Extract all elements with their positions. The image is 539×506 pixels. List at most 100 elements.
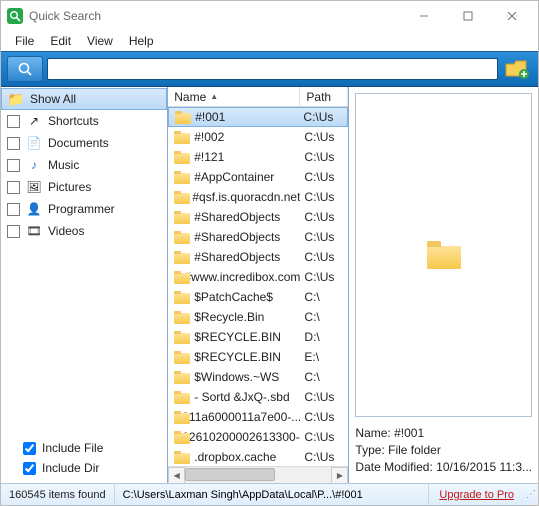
sidebar-item-show-all[interactable]: Show All: [1, 88, 167, 110]
file-name: -011a6000011a7e00-...: [178, 410, 300, 424]
sidebar-item-videos[interactable]: 🎞 Videos: [1, 220, 167, 242]
folder-icon: [174, 271, 180, 284]
sidebar-item-documents[interactable]: 📄 Documents: [1, 132, 167, 154]
upgrade-link[interactable]: Upgrade to Pro: [429, 489, 524, 501]
include-file-label: Include File: [42, 441, 103, 455]
file-path: C:\: [300, 310, 348, 324]
table-row[interactable]: -011a6000011a7e00-...C:\Us: [168, 407, 348, 427]
checkbox-icon[interactable]: [7, 203, 20, 216]
list-header: Name ▲ Path: [168, 87, 348, 107]
include-dir-checkbox[interactable]: Include Dir: [23, 461, 159, 475]
maximize-button[interactable]: [446, 2, 490, 30]
preview-pane: Name: #!001 Type: File folder Date Modif…: [349, 87, 538, 483]
menu-view[interactable]: View: [79, 32, 121, 50]
table-row[interactable]: - Sortd &JxQ-.sbd C:\Us: [168, 387, 348, 407]
folder-tree-icon: [8, 91, 24, 107]
table-row[interactable]: #AppContainer C:\Us: [168, 167, 348, 187]
sidebar-item-label: Documents: [48, 136, 109, 150]
table-row[interactable]: $PatchCache$C:\: [168, 287, 348, 307]
table-row[interactable]: $Recycle.BinC:\: [168, 307, 348, 327]
scroll-right-button[interactable]: ▶: [331, 467, 348, 484]
search-input[interactable]: [47, 58, 498, 80]
horizontal-scrollbar[interactable]: ◀ ▶: [168, 466, 348, 483]
file-path: C:\Us: [300, 450, 348, 464]
file-name: - Sortd &JxQ-.sbd: [194, 390, 289, 404]
sidebar-item-label: Show All: [30, 92, 76, 106]
window-title: Quick Search: [29, 9, 402, 23]
scroll-thumb[interactable]: [185, 468, 275, 481]
status-bar: 160545 items found C:\Users\Laxman Singh…: [1, 483, 538, 505]
table-row[interactable]: #!121C:\Us: [168, 147, 348, 167]
table-row[interactable]: $RECYCLE.BINE:\: [168, 347, 348, 367]
title-bar: Quick Search: [1, 1, 538, 31]
checkbox-icon[interactable]: [7, 159, 20, 172]
list-body[interactable]: #!001C:\Us#!002C:\Us#!121C:\Us#AppContai…: [168, 107, 348, 466]
menu-edit[interactable]: Edit: [42, 32, 79, 50]
menu-help[interactable]: Help: [121, 32, 162, 50]
sidebar-item-pictures[interactable]: 🖼 Pictures: [1, 176, 167, 198]
search-toolbar: [1, 51, 538, 87]
resize-grip[interactable]: ⋰: [524, 491, 538, 499]
folder-icon: [174, 191, 188, 204]
table-row[interactable]: #!001C:\Us: [168, 107, 348, 127]
folder-icon: [174, 251, 190, 264]
column-header-name[interactable]: Name ▲: [168, 87, 300, 106]
sidebar-item-programmer[interactable]: 👤 Programmer: [1, 198, 167, 220]
folder-icon: [174, 291, 190, 304]
table-row[interactable]: -02610200002613300-...C:\Us: [168, 427, 348, 447]
folder-icon: [174, 131, 190, 144]
sidebar-item-shortcuts[interactable]: ↗ Shortcuts: [1, 110, 167, 132]
scroll-track[interactable]: [185, 467, 331, 484]
document-icon: 📄: [26, 135, 42, 151]
file-name: #SharedObjects: [194, 250, 280, 264]
folder-icon: [174, 331, 190, 344]
minimize-button[interactable]: [402, 2, 446, 30]
sidebar-item-music[interactable]: ♪ Music: [1, 154, 167, 176]
file-list-pane: Name ▲ Path #!001C:\Us#!002C:\Us#!121C:\…: [168, 87, 349, 483]
add-folder-button[interactable]: [502, 56, 532, 82]
file-path: C:\Us: [300, 430, 348, 444]
file-path: C:\Us: [300, 270, 348, 284]
include-dir-input[interactable]: [23, 462, 36, 475]
file-name: #SharedObjects: [194, 230, 280, 244]
table-row[interactable]: $Windows.~WSC:\: [168, 367, 348, 387]
table-row[interactable]: $RECYCLE.BIND:\: [168, 327, 348, 347]
file-name: #qsf.is.quoracdn.net: [192, 190, 300, 204]
close-button[interactable]: [490, 2, 534, 30]
include-dir-label: Include Dir: [42, 461, 99, 475]
file-path: C:\Us: [300, 170, 348, 184]
sidebar-item-label: Videos: [48, 224, 84, 238]
sidebar-footer: Include File Include Dir: [1, 435, 167, 483]
table-row[interactable]: #SharedObjectsC:\Us: [168, 227, 348, 247]
checkbox-icon[interactable]: [7, 225, 20, 238]
column-header-path[interactable]: Path: [300, 87, 348, 106]
table-row[interactable]: #www.incredibox.comC:\Us: [168, 267, 348, 287]
table-row[interactable]: .dropbox.cache C:\Us: [168, 447, 348, 466]
table-row[interactable]: #SharedObjectsC:\Us: [168, 247, 348, 267]
table-row[interactable]: #SharedObjectsC:\Us: [168, 207, 348, 227]
app-icon: [7, 8, 23, 24]
include-file-input[interactable]: [23, 442, 36, 455]
folder-icon: [174, 391, 190, 404]
table-row[interactable]: #!002C:\Us: [168, 127, 348, 147]
search-button[interactable]: [7, 56, 43, 82]
file-path: C:\Us: [300, 390, 348, 404]
file-name: -02610200002613300-...: [178, 430, 300, 444]
scroll-left-button[interactable]: ◀: [168, 467, 185, 484]
preview-type: Type: File folder: [355, 443, 532, 457]
preview-info: Name: #!001 Type: File folder Date Modif…: [355, 423, 532, 477]
include-file-checkbox[interactable]: Include File: [23, 441, 159, 455]
file-name: .dropbox.cache: [194, 450, 276, 464]
table-row[interactable]: #qsf.is.quoracdn.netC:\Us: [168, 187, 348, 207]
checkbox-icon[interactable]: [7, 115, 20, 128]
folder-icon: [174, 211, 190, 224]
folder-icon: [174, 171, 190, 184]
file-name: #AppContainer: [194, 170, 274, 184]
menu-file[interactable]: File: [7, 32, 42, 50]
file-name: $RECYCLE.BIN: [194, 330, 281, 344]
checkbox-icon[interactable]: [7, 137, 20, 150]
music-icon: ♪: [26, 157, 42, 173]
preview-date: Date Modified: 10/16/2015 11:3...: [355, 460, 532, 474]
videos-icon: 🎞: [26, 223, 42, 239]
checkbox-icon[interactable]: [7, 181, 20, 194]
